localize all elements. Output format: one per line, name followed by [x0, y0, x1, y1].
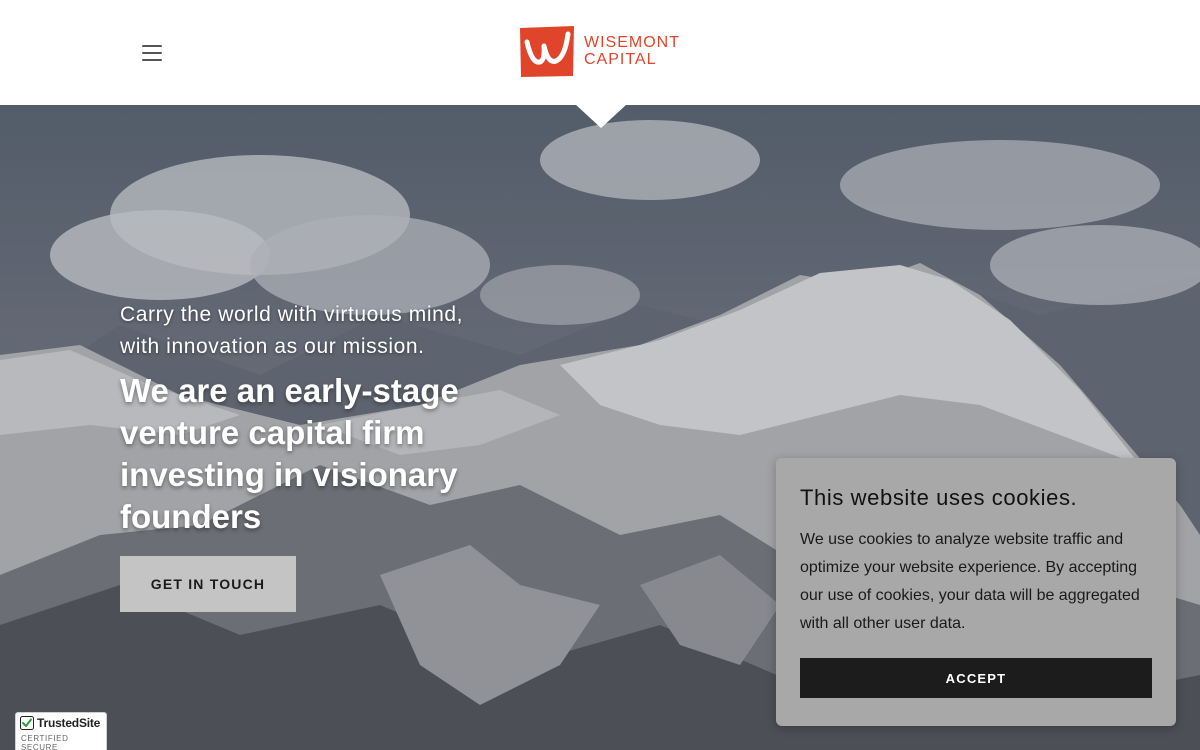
site-header: WISEMONT CAPITAL [0, 0, 1200, 105]
check-icon [20, 716, 34, 730]
hamburger-menu-icon[interactable] [140, 42, 164, 64]
cookie-title: This website uses cookies. [800, 485, 1078, 510]
trust-badge-subtitle: CERTIFIED SECURE [21, 734, 69, 750]
hero-headline: We are an early-stage venture capital fi… [120, 372, 459, 535]
tagline-line-2: with innovation as our mission. [120, 335, 425, 358]
brand-name: WISEMONT CAPITAL [584, 34, 680, 68]
wisemont-w-logo-icon [520, 26, 574, 77]
cookie-banner: This website uses cookies. We use cookie… [776, 458, 1176, 726]
hero-tagline: Carry the world with virtuous mind, with… [120, 299, 540, 363]
brand-line-1: WISEMONT [584, 34, 680, 51]
tagline-line-1: Carry the world with virtuous mind, [120, 303, 464, 326]
cookie-text: We use cookies to analyze website traffi… [800, 531, 1140, 632]
trusted-site-badge[interactable]: TrustedSite CERTIFIED SECURE [15, 712, 107, 750]
brand-line-2: CAPITAL [584, 51, 657, 68]
brand-logo[interactable]: WISEMONT CAPITAL [518, 24, 680, 78]
trust-badge-name: TrustedSite [37, 716, 101, 730]
accept-cookies-button[interactable]: ACCEPT [800, 658, 1152, 698]
get-in-touch-button[interactable]: GET IN TOUCH [120, 556, 296, 612]
header-notch [575, 104, 627, 128]
